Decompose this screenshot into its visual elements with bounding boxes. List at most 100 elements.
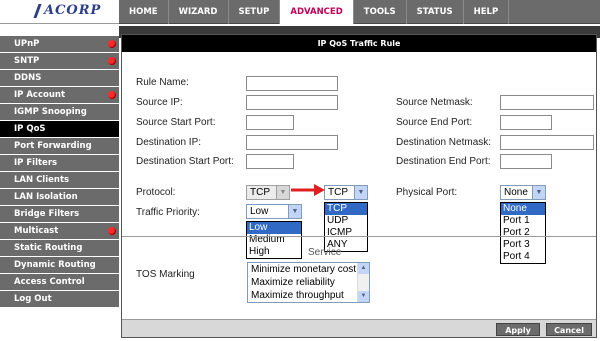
status-dot-icon [108, 57, 116, 65]
port-option-3[interactable]: Port 3 [501, 239, 545, 251]
tos-option-reliability[interactable]: Maximize reliability [248, 276, 369, 289]
physical-port-select[interactable]: None ▼ [500, 185, 546, 200]
source-end-port-input[interactable] [500, 115, 552, 130]
sidebar-item-ip-filters[interactable]: IP Filters [0, 155, 119, 172]
sidebar-item-igmp-snooping[interactable]: IGMP Snooping [0, 104, 119, 121]
chevron-down-icon[interactable]: ▼ [358, 291, 369, 302]
sidebar-item-sntp[interactable]: SNTP [0, 53, 119, 70]
protocol-option-icmp[interactable]: ICMP [325, 227, 367, 239]
sidebar-item-label: Access Control [14, 277, 85, 287]
sidebar-item-lan-clients[interactable]: LAN Clients [0, 172, 119, 189]
sidebar-item-label: Port Forwarding [14, 141, 92, 151]
destination-start-port-label: Destination Start Port: [136, 156, 234, 167]
sidebar-item-ddns[interactable]: DDNS [0, 70, 119, 87]
destination-ip-label: Destination IP: [136, 137, 202, 148]
sidebar-item-label: Dynamic Routing [14, 260, 96, 270]
protocol-select[interactable]: TCP ▼ [246, 185, 290, 200]
status-dot-icon [108, 40, 116, 48]
sidebar-item-ip-account[interactable]: IP Account [0, 87, 119, 104]
action-bar: Apply Cancel [122, 319, 596, 337]
traffic-priority-select-value: Low [250, 206, 269, 217]
source-ip-label: Source IP: [136, 97, 183, 108]
source-start-port-input[interactable] [246, 115, 294, 130]
tos-type-of-service-label: Service [308, 247, 342, 258]
chevron-up-icon[interactable]: ▲ [358, 263, 369, 274]
sidebar-item-label: LAN Clients [14, 175, 70, 185]
brand-logo: ACORP [44, 3, 102, 18]
destination-ip-input[interactable] [246, 135, 338, 150]
destination-netmask-label: Destination Netmask: [396, 137, 492, 148]
physical-port-label: Physical Port: [396, 187, 458, 198]
tos-option-throughput[interactable]: Maximize throughput [248, 289, 369, 302]
section-divider [122, 236, 596, 237]
nav-wizard[interactable]: WIZARD [169, 0, 229, 24]
physical-port-dropdown-list: None Port 1 Port 2 Port 3 Port 4 [500, 202, 546, 264]
rule-name-input[interactable] [246, 76, 338, 91]
apply-button[interactable]: Apply [496, 323, 540, 336]
destination-start-port-input[interactable] [246, 154, 294, 169]
priority-option-low[interactable]: Low [247, 222, 301, 234]
listbox-scrollbar[interactable]: ▲ ▼ [357, 263, 369, 302]
protocol-label: Protocol: [136, 187, 176, 198]
protocol-option-udp[interactable]: UDP [325, 215, 367, 227]
status-dot-icon [108, 227, 116, 235]
port-option-4[interactable]: Port 4 [501, 251, 545, 263]
sidebar-item-label: Log Out [14, 294, 52, 304]
traffic-priority-dropdown-list: Low Medium High [246, 221, 302, 259]
port-option-2[interactable]: Port 2 [501, 227, 545, 239]
protocol-option-tcp[interactable]: TCP [325, 203, 367, 215]
status-dot-icon [108, 91, 116, 99]
tos-marking-listbox[interactable]: Minimize monetary cost Maximize reliabil… [247, 262, 370, 303]
protocol-select-expanded[interactable]: TCP ▼ [324, 185, 368, 200]
nav-tools[interactable]: TOOLS [354, 0, 407, 24]
sidebar-item-label: Static Routing [14, 243, 83, 253]
sidebar-item-label: DDNS [14, 73, 42, 83]
qos-rule-panel: IP QoS Traffic Rule Rule Name: Source IP… [121, 34, 597, 338]
sidebar-item-access-control[interactable]: Access Control [0, 274, 119, 291]
sidebar-item-lan-isolation[interactable]: LAN Isolation [0, 189, 119, 206]
sidebar-item-dynamic-routing[interactable]: Dynamic Routing [0, 257, 119, 274]
source-netmask-input[interactable] [500, 95, 594, 110]
sidebar-item-label: IP QoS [14, 124, 46, 134]
destination-end-port-label: Destination End Port: [396, 156, 491, 167]
sidebar-item-label: IP Filters [14, 158, 58, 168]
nav-home[interactable]: HOME [119, 0, 169, 24]
nav-advanced[interactable]: ADVANCED [280, 0, 354, 24]
sidebar-item-label: UPnP [14, 39, 40, 49]
nav-status[interactable]: STATUS [407, 0, 464, 24]
physical-port-select-value: None [504, 187, 528, 198]
logo-area: ACORP [0, 0, 119, 24]
port-option-1[interactable]: Port 1 [501, 215, 545, 227]
sidebar-item-label: Multicast [14, 226, 59, 236]
sidebar-item-label: SNTP [14, 56, 40, 66]
tos-option-monetary[interactable]: Minimize monetary cost [248, 263, 369, 276]
panel-title: IP QoS Traffic Rule [122, 35, 596, 52]
protocol-select-expanded-value: TCP [328, 187, 348, 198]
sidebar-item-label: IP Account [14, 90, 66, 100]
sidebar-item-bridge-filters[interactable]: Bridge Filters [0, 206, 119, 223]
sidebar-item-label: Bridge Filters [14, 209, 80, 219]
sidebar-item-log-out[interactable]: Log Out [0, 291, 119, 308]
source-ip-input[interactable] [246, 95, 338, 110]
sidebar-item-port-forwarding[interactable]: Port Forwarding [0, 138, 119, 155]
sidebar-item-ip-qos[interactable]: IP QoS [0, 121, 119, 138]
annotation-arrow-icon [291, 184, 325, 196]
chevron-down-icon: ▼ [276, 186, 289, 199]
sidebar-item-static-routing[interactable]: Static Routing [0, 240, 119, 257]
sidebar-item-multicast[interactable]: Multicast [0, 223, 119, 240]
sidebar-item-label: LAN Isolation [14, 192, 78, 202]
destination-netmask-input[interactable] [500, 135, 594, 150]
sidebar-item-upnp[interactable]: UPnP [0, 36, 119, 53]
top-navigation: HOME WIZARD SETUP ADVANCED TOOLS STATUS … [119, 0, 600, 24]
traffic-priority-select[interactable]: Low ▼ [246, 204, 302, 219]
priority-option-high[interactable]: High [247, 246, 301, 258]
nav-help[interactable]: HELP [464, 0, 510, 24]
destination-end-port-input[interactable] [500, 154, 552, 169]
rule-name-label: Rule Name: [136, 77, 189, 88]
traffic-priority-label: Traffic Priority: [136, 207, 200, 218]
sidebar: UPnP SNTP DDNS IP Account IGMP Snooping … [0, 36, 119, 308]
port-option-none[interactable]: None [501, 203, 545, 215]
nav-setup[interactable]: SETUP [229, 0, 281, 24]
cancel-button[interactable]: Cancel [546, 323, 592, 336]
chevron-down-icon: ▼ [288, 205, 301, 218]
